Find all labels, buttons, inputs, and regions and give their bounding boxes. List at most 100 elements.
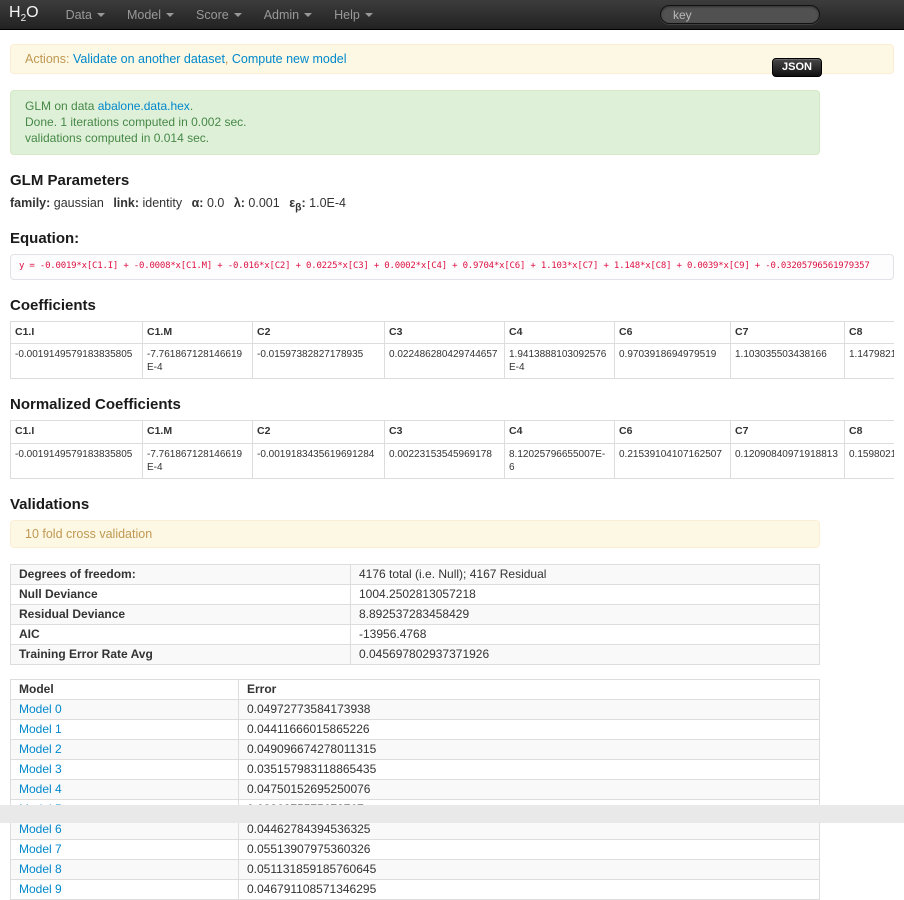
- status-text: .: [190, 99, 193, 113]
- chevron-down-icon: [234, 13, 242, 17]
- model-cell: Model 0: [11, 699, 239, 719]
- model-cell: Model 2: [11, 739, 239, 759]
- column-header: C7: [731, 421, 845, 444]
- cell-value: 0.022486280429744657: [385, 344, 505, 379]
- page-footer: [0, 805, 904, 823]
- menu-model[interactable]: Model: [116, 0, 185, 30]
- coefficients-table-wrap: C1.IC1.MC2C3C4C6C7C8 -0.0019149579183835…: [10, 321, 894, 380]
- json-button[interactable]: JSON: [772, 58, 822, 77]
- glm-parameters-heading: GLM Parameters: [10, 172, 894, 190]
- table-row: Model 3 0.035157983118865435: [11, 759, 820, 779]
- stat-label: Null Deviance: [11, 584, 351, 604]
- model-link[interactable]: Model 0: [19, 702, 62, 716]
- status-line-1: GLM on data abalone.data.hex.: [25, 98, 805, 114]
- model-link[interactable]: Model 9: [19, 882, 62, 896]
- column-header: C1.M: [143, 421, 253, 444]
- model-cell: Model 3: [11, 759, 239, 779]
- stat-value: 0.045697802937371926: [351, 644, 820, 664]
- param-label: link:: [113, 196, 139, 210]
- param-value: gaussian: [54, 196, 104, 210]
- brand-logo[interactable]: H2O: [0, 4, 55, 24]
- chevron-down-icon: [365, 13, 373, 17]
- validation-stats-table: Degrees of freedom:4176 total (i.e. Null…: [10, 564, 820, 665]
- table-row: Model 90.046791108571346295: [11, 879, 820, 899]
- stat-value: -13956.4768: [351, 624, 820, 644]
- models-table: Model Error Model 00.04972773584173938Mo…: [10, 679, 820, 900]
- cell-value: -0.0019183435619691284: [253, 443, 385, 478]
- top-navbar: H2O Data Model Score Admin Help: [0, 0, 904, 30]
- menu-label: Admin: [264, 8, 299, 22]
- error-value: 0.035157983118865435: [239, 759, 820, 779]
- model-link[interactable]: Model 4: [19, 782, 62, 796]
- model-link[interactable]: Model 2: [19, 742, 62, 756]
- menu-label: Data: [66, 8, 92, 22]
- stat-label: AIC: [11, 624, 351, 644]
- cell-value: 0.9703918694979519: [615, 344, 731, 379]
- menu-label: Score: [196, 8, 229, 22]
- param-value: 0.0: [207, 196, 224, 210]
- table-row: Model 00.04972773584173938: [11, 699, 820, 719]
- cell-value: 8.12025796655007E-6: [505, 443, 615, 478]
- brand-text: H: [9, 4, 21, 21]
- column-header: C2: [253, 321, 385, 344]
- page-content: JSON Actions: Validate on another datase…: [0, 44, 904, 900]
- validate-dataset-link[interactable]: Validate on another dataset: [73, 52, 225, 66]
- coefficients-table: C1.IC1.MC2C3C4C6C7C8 -0.0019149579183835…: [10, 321, 894, 380]
- search-input[interactable]: [660, 5, 820, 24]
- table-row: Model 40.04750152695250076: [11, 779, 820, 799]
- error-value: 0.051131859185760645: [239, 859, 820, 879]
- model-link[interactable]: Model 8: [19, 862, 62, 876]
- param-value: identity: [143, 196, 183, 210]
- cell-value: -7.761867128146619E-4: [143, 344, 253, 379]
- table-row: Residual Deviance8.892537283458429: [11, 604, 820, 624]
- actions-bar: Actions: Validate on another dataset, Co…: [10, 44, 894, 74]
- model-cell: Model 7: [11, 839, 239, 859]
- chevron-down-icon: [304, 13, 312, 17]
- cell-value: -0.0019149579183835805: [11, 344, 143, 379]
- error-column-header: Error: [239, 679, 820, 699]
- compute-model-link[interactable]: Compute new model: [232, 52, 347, 66]
- column-header: C6: [615, 321, 731, 344]
- column-header: C3: [385, 421, 505, 444]
- model-cell: Model 8: [11, 859, 239, 879]
- actions-separator: ,: [225, 52, 232, 66]
- model-link[interactable]: Model 7: [19, 842, 62, 856]
- column-header: C1.M: [143, 321, 253, 344]
- menu-data[interactable]: Data: [55, 0, 116, 30]
- equation-code: y = -0.0019*x[C1.I] + -0.0008*x[C1.M] + …: [10, 254, 894, 280]
- param-label: family:: [10, 196, 50, 210]
- dataset-link[interactable]: abalone.data.hex: [98, 99, 190, 113]
- model-link[interactable]: Model 3: [19, 762, 62, 776]
- model-cell: Model 1: [11, 719, 239, 739]
- model-link[interactable]: Model 1: [19, 722, 62, 736]
- cross-validation-note: 10 fold cross validation: [10, 520, 820, 548]
- stat-value: 8.892537283458429: [351, 604, 820, 624]
- menu-score[interactable]: Score: [185, 0, 253, 30]
- stat-value: 4176 total (i.e. Null); 4167 Residual: [351, 564, 820, 584]
- param-value: 0.001: [248, 196, 279, 210]
- model-link[interactable]: Model 6: [19, 822, 62, 836]
- column-header: C3: [385, 321, 505, 344]
- normalized-value-row: -0.0019149579183835805-7.761867128146619…: [11, 443, 895, 478]
- normalized-coefficients-table: C1.IC1.MC2C3C4C6C7C8 -0.0019149579183835…: [10, 420, 894, 479]
- menu-admin[interactable]: Admin: [253, 0, 323, 30]
- column-header: C4: [505, 321, 615, 344]
- cell-value: -0.01597382827178935: [253, 344, 385, 379]
- normalized-coefficients-heading: Normalized Coefficients: [10, 396, 894, 414]
- param-label: εβ:: [289, 196, 305, 210]
- cell-value: 0.00223153545969178: [385, 443, 505, 478]
- brand-text: O: [26, 4, 38, 21]
- glm-parameters-line: family: gaussian link: identity α: 0.0 λ…: [10, 196, 894, 214]
- menu-help[interactable]: Help: [323, 0, 384, 30]
- cell-value: 1.103035503438166: [731, 344, 845, 379]
- status-line-3: validations computed in 0.014 sec.: [25, 130, 805, 146]
- table-row: Degrees of freedom:4176 total (i.e. Null…: [11, 564, 820, 584]
- param-label: α:: [192, 196, 204, 210]
- cell-value: 0.12090840971918813: [731, 443, 845, 478]
- model-cell: Model 4: [11, 779, 239, 799]
- cell-value: -0.0019149579183835805: [11, 443, 143, 478]
- table-row: Training Error Rate Avg0.045697802937371…: [11, 644, 820, 664]
- main-menu: Data Model Score Admin Help: [55, 0, 384, 30]
- stat-value: 1004.2502813057218: [351, 584, 820, 604]
- table-row: Model 20.049096674278011315: [11, 739, 820, 759]
